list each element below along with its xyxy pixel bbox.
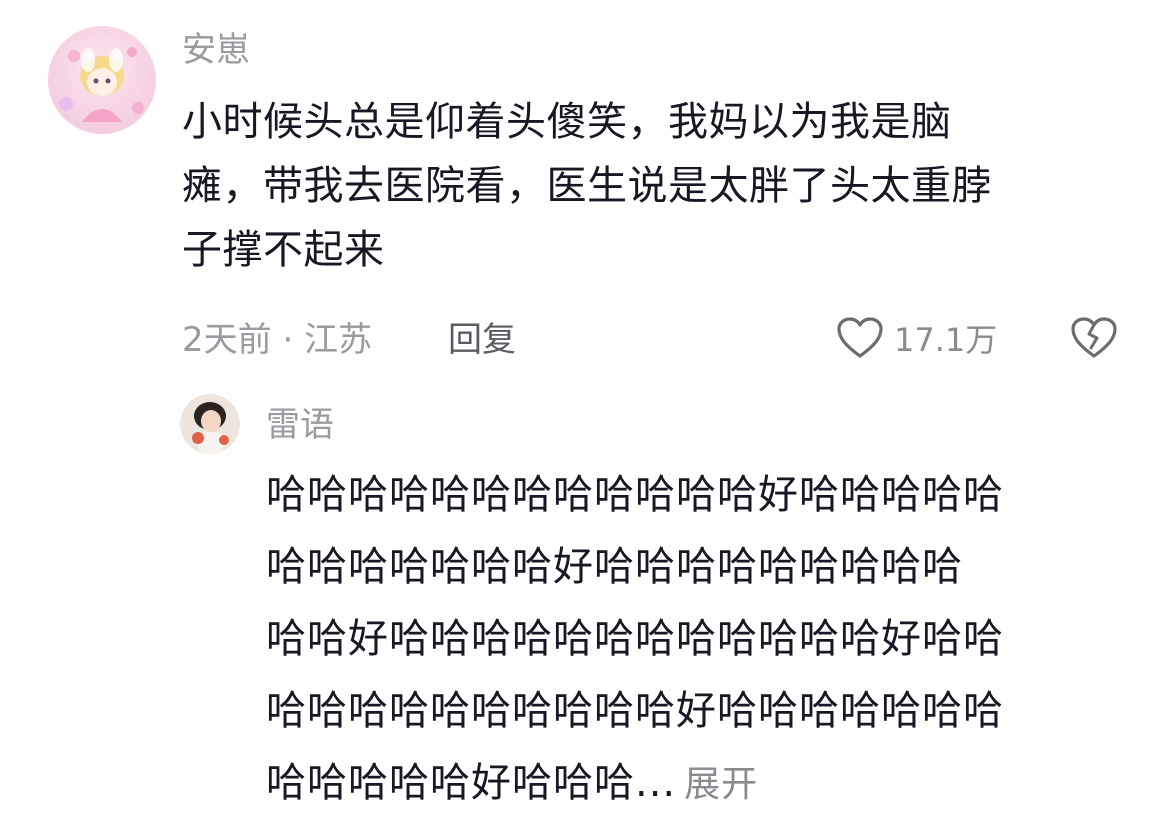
reply-line: 哈哈哈哈哈哈哈哈哈哈哈哈好哈哈哈哈哈: [266, 472, 1004, 518]
broken-heart-icon: [1070, 317, 1118, 364]
comment-location: 江苏: [304, 320, 373, 360]
heart-outline-icon: [836, 316, 884, 364]
comment-line: 瘫，带我去医院看，医生说是太胖了头太重脖: [182, 163, 992, 209]
reply-line: 哈哈好哈哈哈哈哈哈哈哈哈哈哈哈好哈哈: [266, 616, 1004, 662]
expand-button[interactable]: 展开: [684, 764, 758, 805]
reply-line: 哈哈哈哈哈哈哈好哈哈哈哈哈哈哈哈哈: [266, 544, 963, 590]
reply-body: 哈哈哈哈哈哈哈哈哈哈哈哈好哈哈哈哈哈 哈哈哈哈哈哈哈好哈哈哈哈哈哈哈哈哈 哈哈好…: [266, 459, 1004, 821]
like-button[interactable]: 17.1万: [836, 316, 997, 364]
dislike-button[interactable]: [1070, 316, 1118, 364]
replier-username[interactable]: 雷语: [266, 405, 334, 445]
comment-line: 子撑不起来: [182, 227, 385, 273]
comment-body: 小时候头总是仰着头傻笑，我妈以为我是脑 瘫，带我去医院看，医生说是太胖了头太重脖…: [182, 90, 992, 282]
comment-meta: 2天前 · 江苏: [182, 320, 372, 360]
comment-line: 小时候头总是仰着头傻笑，我妈以为我是脑: [182, 99, 952, 145]
like-count: 17.1万: [894, 321, 998, 359]
replier-avatar[interactable]: [180, 394, 240, 454]
reply-line-last: 哈哈哈哈哈好哈哈哈... 展开: [266, 747, 1004, 821]
commenter-username[interactable]: 安崽: [182, 30, 250, 70]
commenter-avatar[interactable]: [48, 26, 156, 134]
reply-button[interactable]: 回复: [448, 320, 516, 360]
meta-separator: ·: [282, 320, 294, 360]
reply-line: 哈哈哈哈哈哈哈哈哈哈好哈哈哈哈哈哈哈: [266, 688, 1004, 734]
comment-time: 2天前: [182, 320, 272, 360]
reply-line-text: 哈哈哈哈哈好哈哈哈...: [266, 760, 677, 806]
